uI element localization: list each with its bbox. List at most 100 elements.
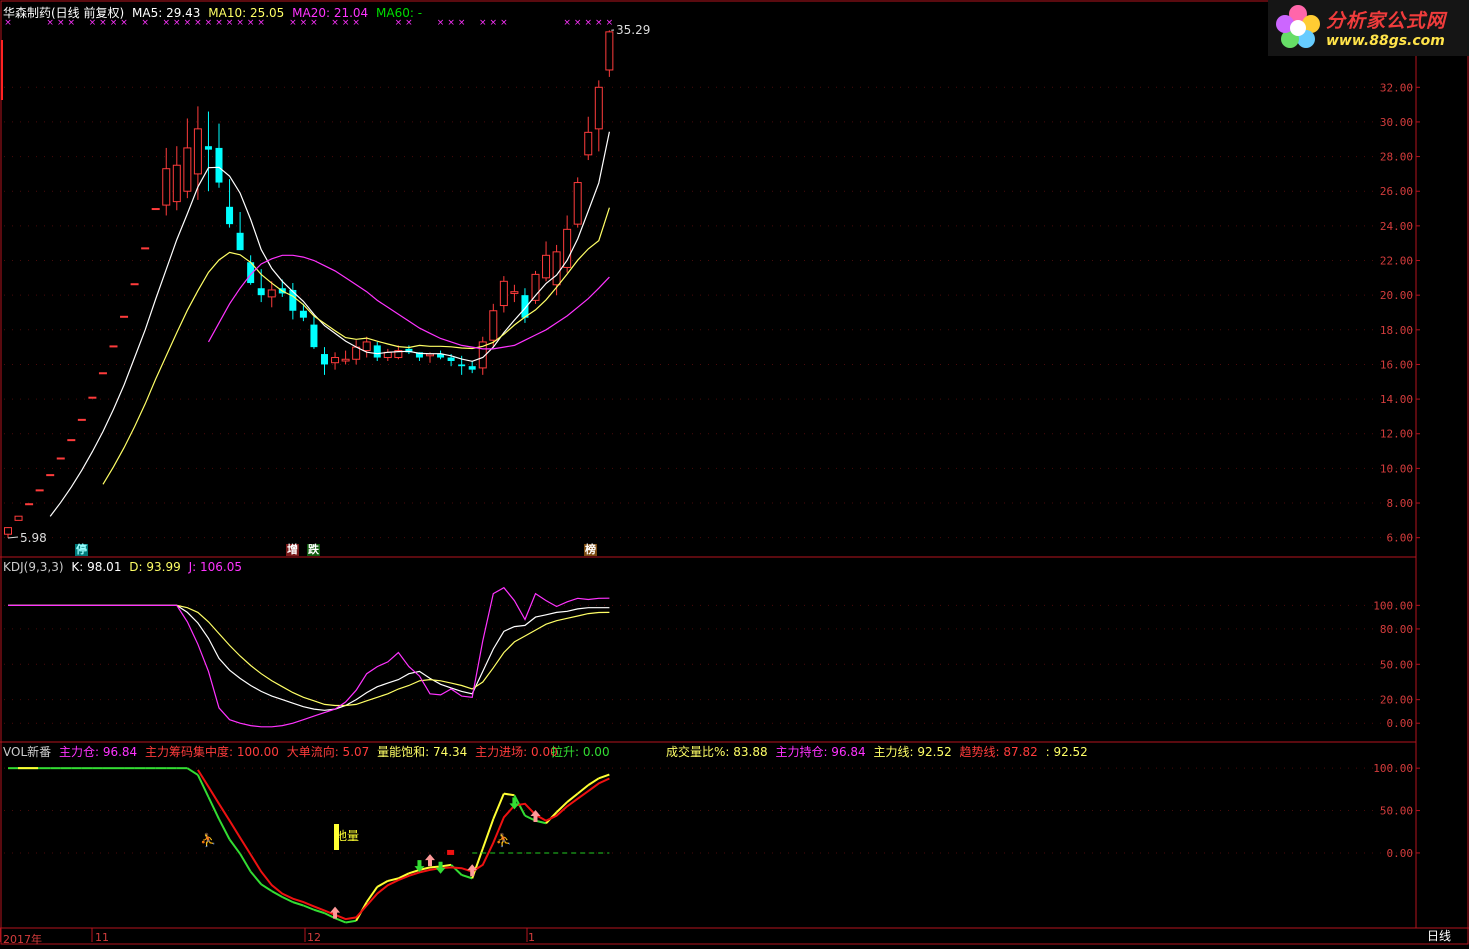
candle-body-up: [57, 458, 64, 459]
candle-body-up: [511, 292, 518, 294]
ma5-legend: MA5: 29.43: [132, 6, 200, 20]
y-tick-label: 10.00: [1380, 462, 1413, 475]
limit-marker: ×: [500, 18, 508, 28]
candle-body-up: [173, 165, 180, 201]
vol-saturation: 量能饱和: 74.34: [377, 745, 467, 759]
kdj-d-line: [8, 605, 609, 705]
chart-stage: 6.008.0010.0012.0014.0016.0018.0020.0022…: [0, 0, 1469, 949]
main-force-line-segment: [187, 768, 198, 775]
chart-canvas[interactable]: 6.008.0010.0012.0014.0016.0018.0020.0022…: [0, 0, 1469, 945]
candle-body-up: [184, 148, 191, 191]
signal-stop: 停: [75, 544, 88, 556]
low-price-label: 5.98: [20, 531, 47, 545]
limit-marker: ×: [490, 18, 498, 28]
kdj-d: D: 93.99: [129, 560, 180, 574]
logo-url: www.88gs.com: [1326, 33, 1445, 49]
main-force-line-segment: [230, 839, 241, 853]
candle-body-down: [289, 290, 296, 311]
limit-marker: ×: [574, 18, 582, 28]
limit-marker: ×: [458, 18, 466, 28]
candle-body-down: [521, 295, 528, 318]
volume-tag: 地量: [335, 829, 359, 843]
vol-trend: 趋势线: 87.82: [960, 745, 1038, 759]
candle-body-up: [490, 311, 497, 340]
down-arrow-icon: [436, 862, 446, 874]
y-tick-label: 20.00: [1380, 694, 1413, 707]
kdj-k-line: [8, 605, 609, 710]
candle-body-up: [564, 229, 571, 267]
y-tick-label: 50.00: [1380, 658, 1413, 671]
entry-dot: [447, 850, 454, 855]
period-button[interactable]: 日线: [1427, 929, 1451, 943]
y-tick-label: 100.00: [1373, 599, 1413, 612]
y-tick-label: 26.00: [1380, 185, 1413, 198]
ma20-legend: MA20: 21.04: [292, 6, 368, 20]
trend-line: [198, 770, 610, 919]
limit-marker: ×: [563, 18, 571, 28]
candle-body-up: [121, 316, 128, 317]
main-force-line-segment: [251, 872, 262, 885]
main-force-line-segment: [240, 854, 251, 872]
site-logo[interactable]: 分析家公式网 www.88gs.com: [1268, 0, 1469, 56]
candle-body-down: [458, 364, 465, 366]
limit-marker: ×: [447, 18, 455, 28]
axis-month-nov: 11: [95, 931, 109, 944]
candle-body-up: [89, 397, 96, 398]
candle-body-down: [258, 288, 265, 295]
y-tick-label: 24.00: [1380, 220, 1413, 233]
candle-body-up: [363, 342, 370, 351]
signal-drop: 跌: [307, 544, 320, 556]
candle-body-up: [142, 248, 149, 249]
ma5-line: [50, 132, 609, 517]
logo-title: 分析家公式网: [1326, 6, 1446, 33]
axis-month-dec: 12: [307, 931, 321, 944]
y-tick-label: 16.00: [1380, 358, 1413, 371]
candle-body-up: [163, 169, 170, 205]
candle-body-up: [268, 290, 275, 297]
main-force-line-segment: [346, 921, 357, 923]
candle-body-down: [374, 345, 381, 357]
candle-body-up: [99, 373, 106, 374]
vol-main-line: 主力线: 92.52: [874, 745, 952, 759]
y-tick-label: 18.00: [1380, 324, 1413, 337]
candle-body-up: [342, 359, 349, 361]
y-tick-label: 6.00: [1387, 532, 1414, 545]
candle-body-up: [532, 274, 539, 300]
candle-body-up: [553, 252, 560, 285]
candle-body-up: [5, 528, 12, 535]
vol-entry: 主力进场: 0.00: [475, 745, 558, 759]
y-tick-label: 22.00: [1380, 255, 1413, 268]
limit-marker: ×: [606, 18, 614, 28]
candle-body-up: [131, 284, 138, 285]
candle-body-up: [595, 87, 602, 129]
y-tick-label: 50.00: [1380, 805, 1413, 818]
candle-body-down: [216, 148, 223, 183]
y-tick-label: 28.00: [1380, 151, 1413, 164]
vol-legend: VOL新番 主力仓: 96.84 主力筹码集中度: 100.00 大单流向: 5…: [3, 745, 562, 759]
y-tick-label: 8.00: [1387, 497, 1414, 510]
ma60-legend: MA60: -: [376, 6, 422, 20]
y-tick-label: 0.00: [1387, 717, 1414, 730]
y-tick-label: 14.00: [1380, 393, 1413, 406]
candle-body-up: [543, 255, 550, 278]
y-tick-label: 100.00: [1373, 762, 1413, 775]
vol-lift: 拉升: 0.00: [551, 745, 610, 759]
candle-body-down: [469, 366, 476, 369]
main-force-line-segment: [451, 865, 462, 875]
candle-body-up: [353, 347, 360, 359]
candle-body-up: [585, 132, 592, 155]
vol-legend-right: 成交量比%: 83.88 主力持仓: 96.84 主力线: 92.52 趋势线:…: [666, 745, 1092, 759]
vol-hold: 主力持仓: 96.84: [775, 745, 865, 759]
candle-body-up: [78, 419, 85, 420]
down-arrow-icon: [509, 797, 519, 809]
candle-body-up: [152, 209, 159, 210]
candle-body-up: [110, 346, 117, 347]
up-arrow-icon: [425, 854, 435, 866]
candle-body-up: [500, 281, 507, 305]
candle-body-up: [332, 358, 339, 363]
candle-body-down: [205, 146, 212, 149]
vol-big-flow: 大单流向: 5.07: [287, 745, 370, 759]
candle-body-up: [574, 183, 581, 225]
axis-month-jan: 1: [528, 931, 535, 944]
limit-marker: ×: [595, 18, 603, 28]
